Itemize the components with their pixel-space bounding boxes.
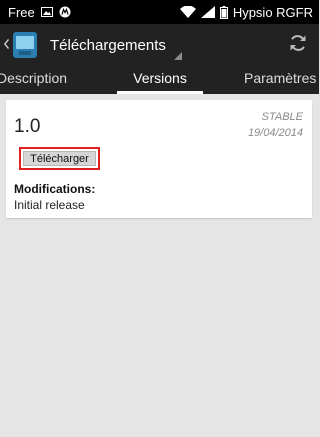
image-notification-icon: [40, 7, 53, 17]
tab-versions[interactable]: Versions: [117, 66, 203, 94]
tab-bar: Description Versions Paramètres: [0, 66, 319, 94]
status-bar: Free Hypsio RGFR: [0, 0, 319, 24]
operator-label: Hypsio RGFR: [232, 4, 313, 20]
refresh-button[interactable]: [277, 24, 319, 66]
wifi-icon: [179, 6, 196, 18]
home-up-button[interactable]: [3, 24, 40, 66]
modifications-heading: Modifications:: [14, 182, 96, 196]
modifications-text: Initial release: [14, 198, 85, 212]
section-spinner[interactable]: Téléchargements: [40, 24, 184, 66]
version-card: 1.0 STABLE 19/04/2014 Télécharger Modifi…: [6, 100, 312, 218]
version-number: 1.0: [14, 116, 41, 137]
release-channel: STABLE: [261, 111, 303, 123]
signal-icon: [200, 6, 215, 18]
download-button[interactable]: Télécharger: [23, 151, 96, 166]
release-date: 19/04/2014: [247, 127, 303, 139]
motorola-logo-icon: [59, 6, 71, 18]
tab-parametres[interactable]: Paramètres: [244, 66, 316, 94]
carrier-label: Free: [8, 4, 35, 20]
chevron-left-icon: [3, 36, 10, 54]
battery-icon: [219, 5, 228, 19]
app-logo-icon: [10, 30, 40, 60]
page-title: Téléchargements: [50, 36, 166, 54]
spinner-triangle-icon: [173, 52, 182, 60]
download-highlight: Télécharger: [19, 147, 100, 170]
refresh-icon: [288, 33, 308, 58]
tab-description[interactable]: Description: [0, 66, 67, 94]
action-bar: Téléchargements: [0, 24, 319, 66]
